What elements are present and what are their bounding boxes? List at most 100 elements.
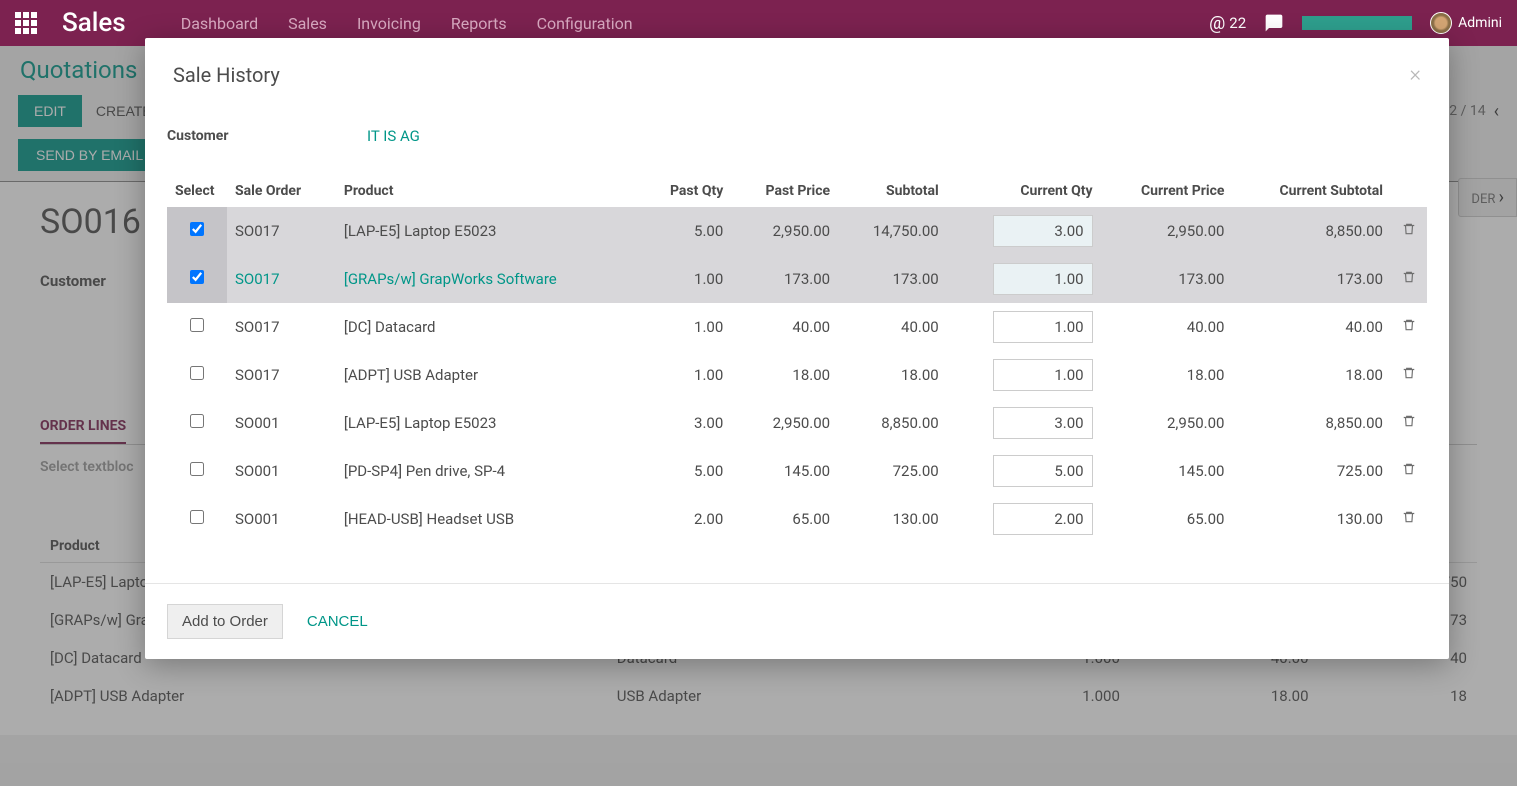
cell-current-subtotal: 130.00 xyxy=(1232,495,1391,543)
cell-product: [ADPT] USB Adapter xyxy=(336,351,640,399)
row-checkbox[interactable] xyxy=(190,510,204,524)
customer-field-label: Customer xyxy=(167,128,367,144)
cell-sale-order: SO017 xyxy=(227,255,336,303)
cell-current-subtotal: 8,850.00 xyxy=(1232,207,1391,255)
cell-past-qty: 1.00 xyxy=(639,351,731,399)
cell-current-price: 65.00 xyxy=(1101,495,1233,543)
modal-title: Sale History xyxy=(173,63,280,87)
history-row[interactable]: SO001[LAP-E5] Laptop E50233.002,950.008,… xyxy=(167,399,1427,447)
current-qty-input[interactable] xyxy=(993,407,1093,439)
cell-past-qty: 5.00 xyxy=(639,447,731,495)
cell-product: [GRAPs/w] GrapWorks Software xyxy=(336,255,640,303)
cell-past-price: 18.00 xyxy=(731,351,838,399)
cell-current-price: 40.00 xyxy=(1101,303,1233,351)
cell-past-price: 2,950.00 xyxy=(731,399,838,447)
th-current-subtotal: Current Subtotal xyxy=(1232,175,1391,207)
messages-badge[interactable]: 22 xyxy=(1209,13,1246,34)
cell-product: [DC] Datacard xyxy=(336,303,640,351)
avatar xyxy=(1430,12,1452,34)
cell-current-price: 18.00 xyxy=(1101,351,1233,399)
messages-count: 22 xyxy=(1229,14,1246,32)
row-checkbox[interactable] xyxy=(190,222,204,236)
cell-sale-order: SO017 xyxy=(227,207,336,255)
current-qty-input[interactable] xyxy=(993,359,1093,391)
cell-current-price: 173.00 xyxy=(1101,255,1233,303)
row-checkbox[interactable] xyxy=(190,366,204,380)
row-checkbox[interactable] xyxy=(190,318,204,332)
sale-history-modal: Sale History × Customer IT IS AG Select … xyxy=(145,38,1449,659)
cell-sale-order: SO001 xyxy=(227,399,336,447)
th-past-price: Past Price xyxy=(731,175,838,207)
th-sale-order: Sale Order xyxy=(227,175,336,207)
current-qty-input[interactable] xyxy=(993,503,1093,535)
trash-icon[interactable] xyxy=(1402,223,1416,241)
progress-bar xyxy=(1302,16,1412,30)
current-qty-input[interactable] xyxy=(993,311,1093,343)
cell-subtotal: 40.00 xyxy=(838,303,947,351)
cell-sale-order: SO001 xyxy=(227,447,336,495)
trash-icon[interactable] xyxy=(1402,415,1416,433)
cell-past-price: 65.00 xyxy=(731,495,838,543)
cell-current-subtotal: 8,850.00 xyxy=(1232,399,1391,447)
row-checkbox[interactable] xyxy=(190,462,204,476)
cell-current-subtotal: 18.00 xyxy=(1232,351,1391,399)
user-menu[interactable]: Admini xyxy=(1430,12,1502,34)
at-icon xyxy=(1209,13,1225,34)
cell-past-price: 145.00 xyxy=(731,447,838,495)
cell-past-price: 40.00 xyxy=(731,303,838,351)
th-current-qty: Current Qty xyxy=(947,175,1101,207)
cell-current-subtotal: 173.00 xyxy=(1232,255,1391,303)
cell-current-subtotal: 725.00 xyxy=(1232,447,1391,495)
cell-product: [LAP-E5] Laptop E5023 xyxy=(336,399,640,447)
trash-icon[interactable] xyxy=(1402,367,1416,385)
trash-icon[interactable] xyxy=(1402,319,1416,337)
app-brand[interactable]: Sales xyxy=(62,8,126,38)
cell-subtotal: 14,750.00 xyxy=(838,207,947,255)
chat-icon[interactable] xyxy=(1264,13,1284,33)
cell-current-price: 2,950.00 xyxy=(1101,399,1233,447)
history-row[interactable]: SO017[GRAPs/w] GrapWorks Software1.00173… xyxy=(167,255,1427,303)
cell-current-price: 145.00 xyxy=(1101,447,1233,495)
th-subtotal: Subtotal xyxy=(838,175,947,207)
customer-field-value[interactable]: IT IS AG xyxy=(367,127,420,145)
nav-reports[interactable]: Reports xyxy=(451,14,507,33)
cell-subtotal: 8,850.00 xyxy=(838,399,947,447)
add-to-order-button[interactable]: Add to Order xyxy=(167,604,283,639)
cell-subtotal: 173.00 xyxy=(838,255,947,303)
cell-subtotal: 18.00 xyxy=(838,351,947,399)
cell-past-price: 2,950.00 xyxy=(731,207,838,255)
th-select: Select xyxy=(167,175,227,207)
cell-current-subtotal: 40.00 xyxy=(1232,303,1391,351)
trash-icon[interactable] xyxy=(1402,271,1416,289)
apps-icon[interactable] xyxy=(15,12,37,34)
nav-configuration[interactable]: Configuration xyxy=(537,14,633,33)
cell-sale-order: SO017 xyxy=(227,303,336,351)
history-row[interactable]: SO001[PD-SP4] Pen drive, SP-45.00145.007… xyxy=(167,447,1427,495)
cell-subtotal: 725.00 xyxy=(838,447,947,495)
history-row[interactable]: SO001[HEAD-USB] Headset USB2.0065.00130.… xyxy=(167,495,1427,543)
cell-product: [LAP-E5] Laptop E5023 xyxy=(336,207,640,255)
close-icon[interactable]: × xyxy=(1409,62,1421,87)
cell-past-price: 173.00 xyxy=(731,255,838,303)
nav-sales[interactable]: Sales xyxy=(288,14,327,33)
row-checkbox[interactable] xyxy=(190,270,204,284)
cell-sale-order: SO017 xyxy=(227,351,336,399)
cell-product: [HEAD-USB] Headset USB xyxy=(336,495,640,543)
history-row[interactable]: SO017[DC] Datacard1.0040.0040.0040.0040.… xyxy=(167,303,1427,351)
history-row[interactable]: SO017[LAP-E5] Laptop E50235.002,950.0014… xyxy=(167,207,1427,255)
th-past-qty: Past Qty xyxy=(639,175,731,207)
cell-product: [PD-SP4] Pen drive, SP-4 xyxy=(336,447,640,495)
current-qty-input[interactable] xyxy=(993,263,1093,295)
trash-icon[interactable] xyxy=(1402,511,1416,529)
row-checkbox[interactable] xyxy=(190,414,204,428)
trash-icon[interactable] xyxy=(1402,463,1416,481)
history-row[interactable]: SO017[ADPT] USB Adapter1.0018.0018.0018.… xyxy=(167,351,1427,399)
current-qty-input[interactable] xyxy=(993,455,1093,487)
user-name: Admini xyxy=(1458,15,1502,31)
current-qty-input[interactable] xyxy=(993,215,1093,247)
nav-invoicing[interactable]: Invoicing xyxy=(357,14,421,33)
cell-current-price: 2,950.00 xyxy=(1101,207,1233,255)
nav-dashboard[interactable]: Dashboard xyxy=(181,14,258,33)
th-current-price: Current Price xyxy=(1101,175,1233,207)
cancel-button[interactable]: CANCEL xyxy=(307,613,368,630)
